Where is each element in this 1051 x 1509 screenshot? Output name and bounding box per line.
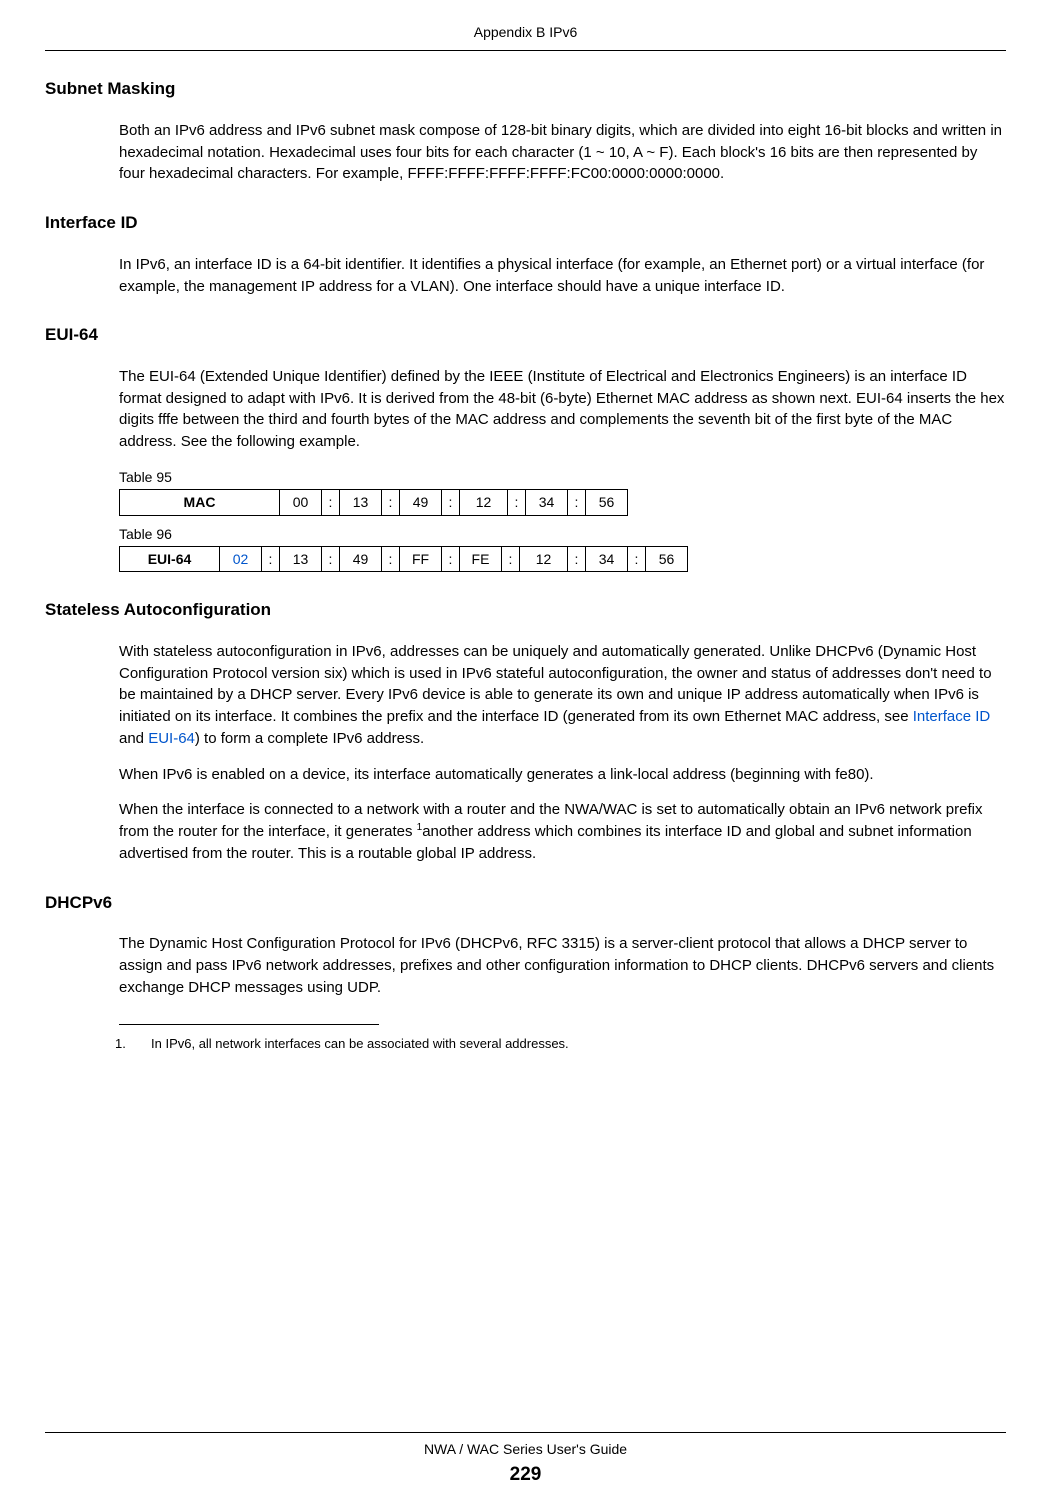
subnet-masking-paragraph: Both an IPv6 address and IPv6 subnet mas… [119,120,1006,185]
page-header: Appendix B IPv6 [0,0,1051,42]
mac-cell: 13 [340,490,382,515]
eui64-colon: : [628,546,646,571]
text-segment: and [119,730,148,747]
guide-title: NWA / WAC Series User's Guide [0,1439,1051,1459]
eui64-label-cell: EUI-64 [120,546,220,571]
mac-colon: : [508,490,526,515]
appendix-title: Appendix B IPv6 [474,24,578,40]
eui64-colon: : [262,546,280,571]
heading-eui-64: EUI-64 [45,323,1006,348]
eui64-cell: FE [460,546,502,571]
stateless-paragraph-3: When the interface is connected to a net… [119,799,1006,864]
heading-subnet-masking: Subnet Masking [45,77,1006,102]
link-interface-id[interactable]: Interface ID [913,708,991,725]
mac-colon: : [382,490,400,515]
mac-colon: : [442,490,460,515]
footnote-text: In IPv6, all network interfaces can be a… [151,1036,569,1051]
footnote-number: 1. [133,1035,151,1054]
interface-id-paragraph: In IPv6, an interface ID is a 64-bit ide… [119,254,1006,298]
eui64-colon: : [382,546,400,571]
page-content: Subnet Masking Both an IPv6 address and … [0,77,1051,1054]
eui64-cell: 34 [586,546,628,571]
mac-colon: : [322,490,340,515]
table-96-label: Table 96 [119,524,1006,544]
mac-cell: 00 [280,490,322,515]
table-row: EUI-64 02 : 13 : 49 : FF : FE : 12 : 34 … [120,546,688,571]
eui64-cell: 56 [646,546,688,571]
header-rule [45,50,1006,51]
eui64-cell-highlighted: 02 [220,546,262,571]
table-96: EUI-64 02 : 13 : 49 : FF : FE : 12 : 34 … [119,546,688,572]
eui64-colon: : [322,546,340,571]
mac-cell: 34 [526,490,568,515]
eui64-colon: : [502,546,520,571]
eui64-cell: 49 [340,546,382,571]
stateless-paragraph-2: When IPv6 is enabled on a device, its in… [119,764,1006,786]
link-eui-64[interactable]: EUI-64 [148,730,195,747]
heading-stateless-autoconfiguration: Stateless Autoconfiguration [45,598,1006,623]
eui64-colon: : [568,546,586,571]
eui64-colon: : [442,546,460,571]
text-segment: ) to form a complete IPv6 address. [195,730,424,747]
eui64-cell: 12 [520,546,568,571]
stateless-paragraph-1: With stateless autoconfiguration in IPv6… [119,641,1006,750]
mac-cell: 49 [400,490,442,515]
mac-label-cell: MAC [120,490,280,515]
footer-rule [45,1432,1006,1433]
eui64-cell: FF [400,546,442,571]
dhcpv6-paragraph: The Dynamic Host Configuration Protocol … [119,933,1006,998]
text-segment: With stateless autoconfiguration in IPv6… [119,643,992,725]
heading-dhcpv6: DHCPv6 [45,891,1006,916]
footnote-1: 1.In IPv6, all network interfaces can be… [133,1035,1006,1054]
mac-cell: 56 [586,490,628,515]
eui-64-paragraph: The EUI-64 (Extended Unique Identifier) … [119,366,1006,453]
footnote-rule [119,1024,379,1025]
table-row: MAC 00 : 13 : 49 : 12 : 34 : 56 [120,490,628,515]
page-footer: NWA / WAC Series User's Guide 229 [0,1432,1051,1489]
heading-interface-id: Interface ID [45,211,1006,236]
table-95-label: Table 95 [119,467,1006,487]
mac-cell: 12 [460,490,508,515]
table-95: MAC 00 : 13 : 49 : 12 : 34 : 56 [119,489,628,515]
mac-colon: : [568,490,586,515]
page-number: 229 [0,1461,1051,1489]
eui64-cell: 13 [280,546,322,571]
